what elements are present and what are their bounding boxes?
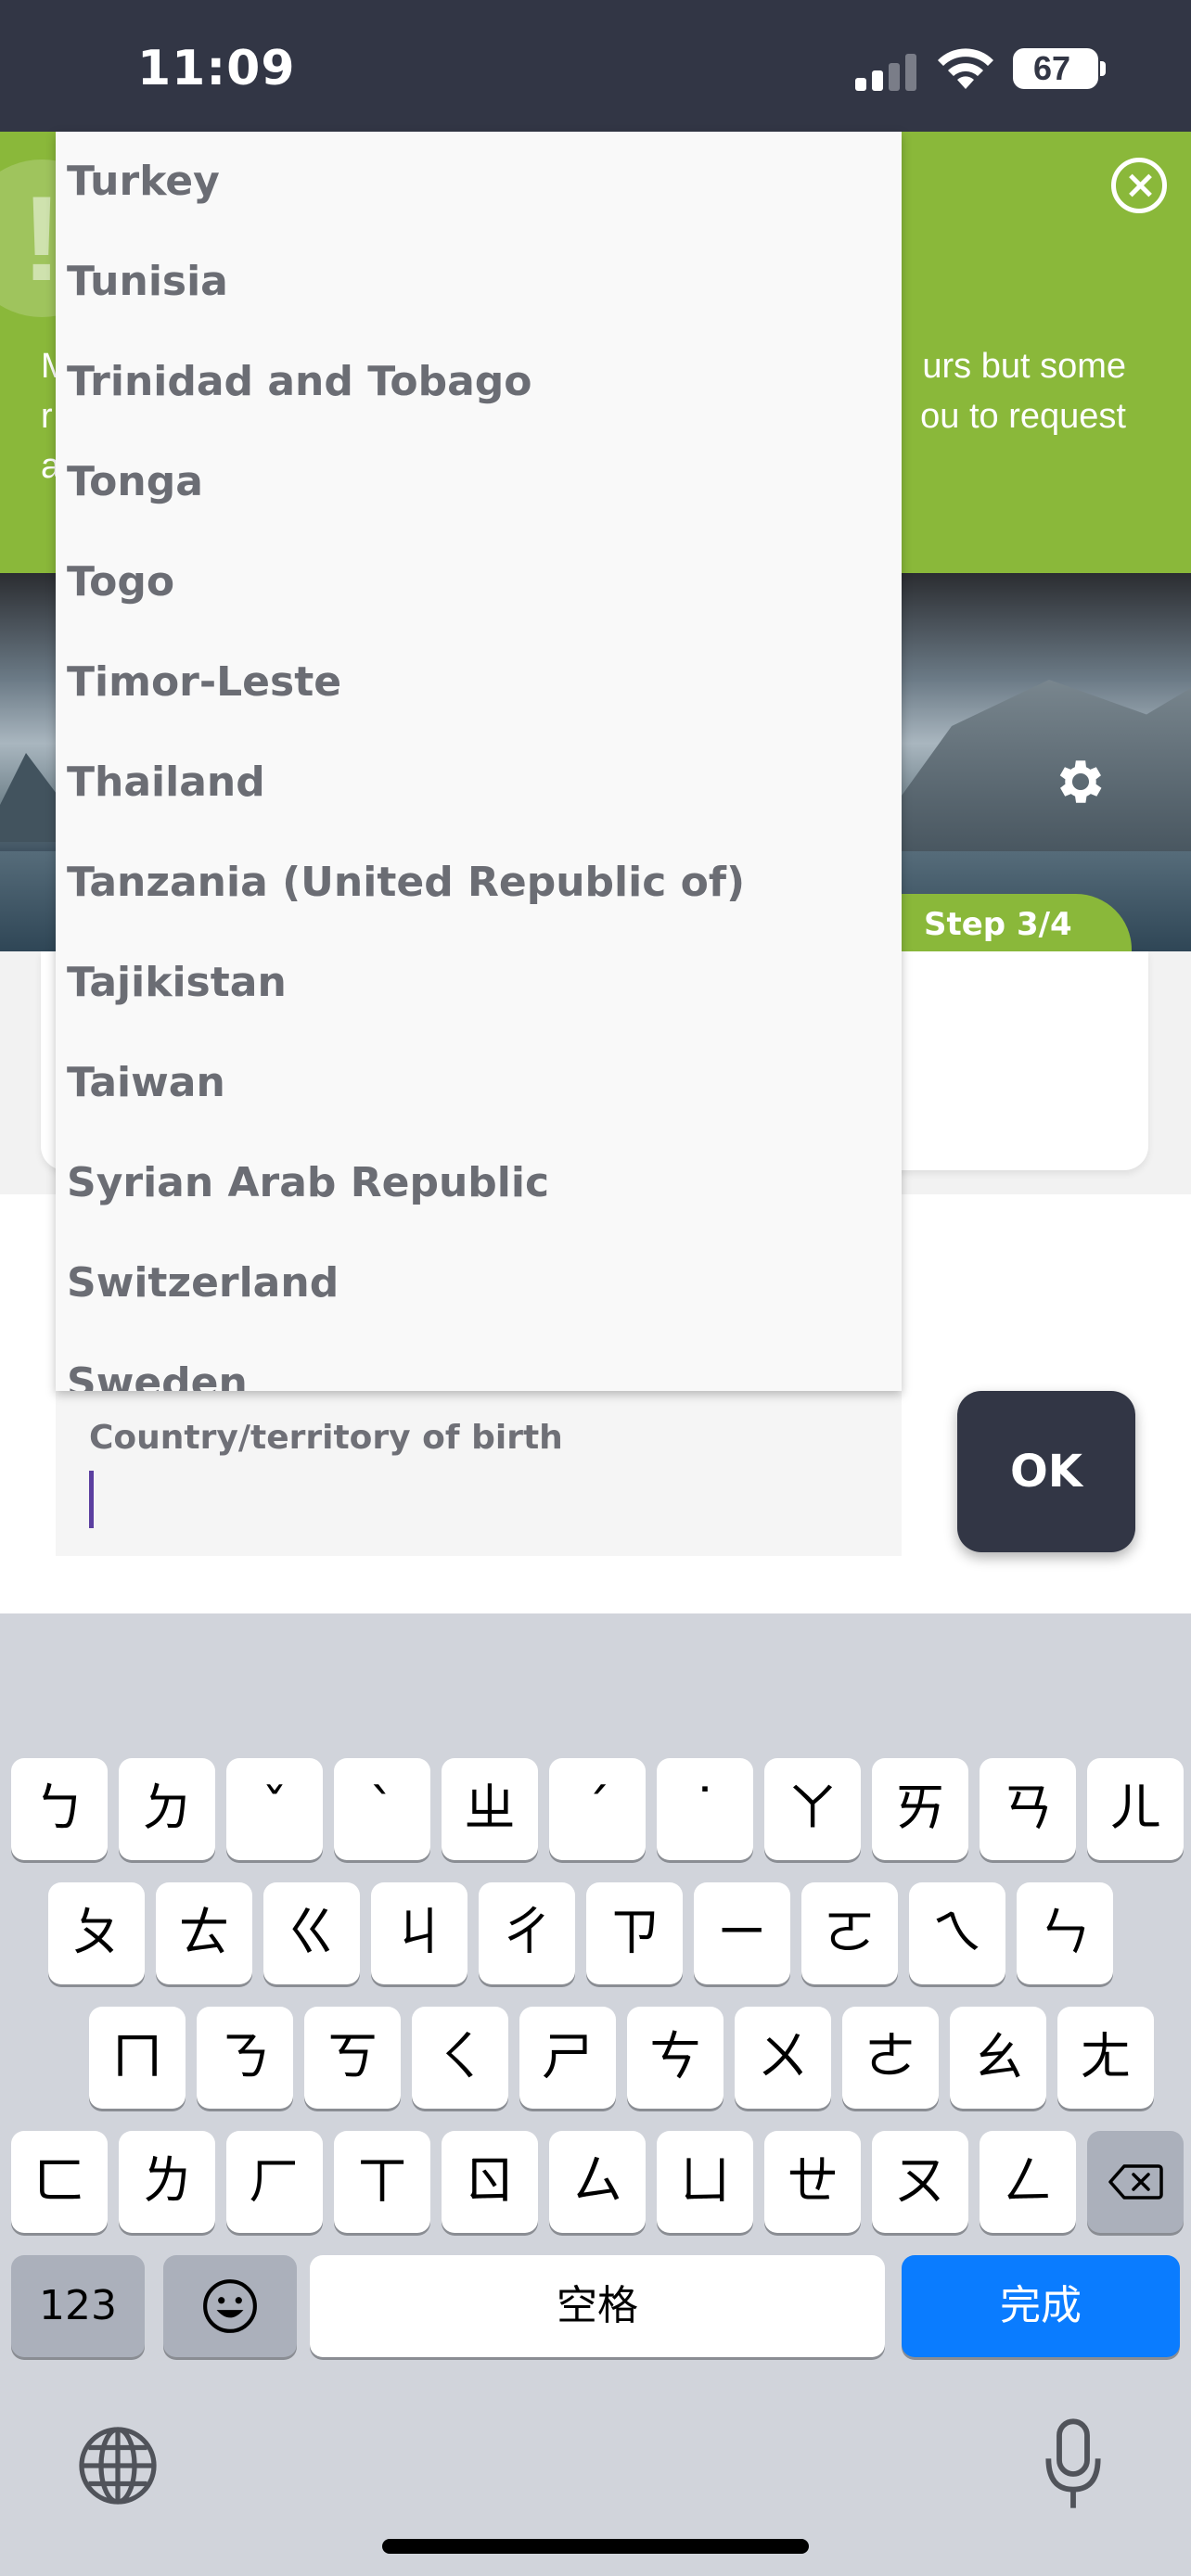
key[interactable]: ㄠ — [950, 2007, 1046, 2109]
key[interactable]: ㄌ — [119, 2131, 215, 2233]
key[interactable]: ㄣ — [1017, 1882, 1113, 1984]
dropdown-option[interactable]: Switzerland — [67, 1233, 883, 1333]
cellular-signal-icon — [855, 52, 920, 91]
key[interactable]: ㄗ — [586, 1882, 683, 1984]
key[interactable]: ㄈ — [11, 2131, 108, 2233]
key[interactable]: ˙ — [657, 1758, 753, 1860]
country-of-birth-field[interactable]: Country/territory of birth — [56, 1391, 902, 1556]
key[interactable]: ㄉ — [119, 1758, 215, 1860]
key[interactable]: ˇ — [226, 1758, 323, 1860]
step-indicator: Step 3/4 — [863, 894, 1132, 951]
gear-icon[interactable] — [1052, 753, 1109, 810]
key[interactable]: ㄑ — [412, 2007, 508, 2109]
dropdown-option[interactable]: Timor-Leste — [67, 632, 883, 733]
key[interactable]: ㄎ — [304, 2007, 401, 2109]
key[interactable]: ˊ — [549, 1758, 646, 1860]
key[interactable]: ㄒ — [334, 2131, 430, 2233]
close-banner-icon[interactable] — [1111, 158, 1167, 213]
microphone-icon[interactable] — [1041, 2418, 1106, 2511]
home-indicator[interactable] — [382, 2539, 809, 2554]
dropdown-option[interactable]: Syrian Arab Republic — [67, 1133, 883, 1233]
dropdown-option[interactable]: Taiwan — [67, 1033, 883, 1133]
key[interactable]: ㄆ — [48, 1882, 145, 1984]
key[interactable]: ㄓ — [442, 1758, 538, 1860]
status-bar: 11:09 67 — [0, 0, 1191, 132]
key[interactable]: ㄐ — [371, 1882, 467, 1984]
key[interactable]: ㄤ — [1057, 2007, 1154, 2109]
ok-button[interactable]: OK — [957, 1391, 1135, 1552]
key[interactable]: ㄝ — [764, 2131, 861, 2233]
dropdown-option[interactable]: Thailand — [67, 733, 883, 833]
key[interactable]: ㄋ — [197, 2007, 293, 2109]
key[interactable]: ㄕ — [519, 2007, 616, 2109]
dropdown-option[interactable]: Tanzania (United Republic of) — [67, 833, 883, 933]
key[interactable]: ㄥ — [980, 2131, 1076, 2233]
text-caret — [89, 1471, 94, 1528]
backspace-icon — [1108, 2164, 1163, 2200]
key[interactable]: ㄚ — [764, 1758, 861, 1860]
battery-tip — [1100, 61, 1106, 76]
country-of-birth-label: Country/territory of birth — [89, 1419, 563, 1457]
dropdown-option[interactable]: Togo — [67, 532, 883, 632]
emoji-icon — [203, 2279, 257, 2333]
key[interactable]: ㄧ — [694, 1882, 790, 1984]
done-key[interactable]: 完成 — [902, 2255, 1180, 2357]
dropdown-option[interactable]: Tajikistan — [67, 933, 883, 1033]
key[interactable]: ˋ — [334, 1758, 430, 1860]
key[interactable]: ㄦ — [1087, 1758, 1184, 1860]
key[interactable]: ㄘ — [627, 2007, 724, 2109]
key[interactable]: ㄊ — [156, 1882, 252, 1984]
space-key[interactable]: 空格 — [310, 2255, 885, 2357]
key[interactable]: ㄨ — [735, 2007, 831, 2109]
key[interactable]: ㄖ — [442, 2131, 538, 2233]
globe-icon[interactable] — [76, 2424, 160, 2507]
dropdown-option[interactable]: Tunisia — [67, 232, 883, 332]
key[interactable]: ㄜ — [842, 2007, 939, 2109]
key[interactable]: ㄇ — [89, 2007, 186, 2109]
emoji-key[interactable] — [163, 2255, 297, 2357]
numbers-key[interactable]: 123 — [11, 2255, 145, 2357]
key[interactable]: ㄟ — [909, 1882, 1005, 1984]
key[interactable]: ㄍ — [263, 1882, 360, 1984]
battery-level: 67 — [1032, 49, 1071, 87]
key[interactable]: ㄏ — [226, 2131, 323, 2233]
key[interactable]: ㄔ — [479, 1882, 575, 1984]
key[interactable]: ㄛ — [801, 1882, 898, 1984]
dropdown-option[interactable]: Trinidad and Tobago — [67, 332, 883, 432]
backspace-key[interactable] — [1087, 2131, 1184, 2233]
dropdown-option[interactable]: Tonga — [67, 432, 883, 532]
key[interactable]: ㄩ — [657, 2131, 753, 2233]
key[interactable]: ㄡ — [872, 2131, 968, 2233]
dropdown-option[interactable]: Turkey — [67, 132, 883, 232]
wifi-icon — [938, 48, 993, 89]
country-dropdown-list[interactable]: Turkey Tunisia Trinidad and Tobago Tonga… — [56, 132, 902, 1391]
dropdown-option[interactable]: Sweden — [67, 1333, 883, 1391]
key[interactable]: ㄙ — [549, 2131, 646, 2233]
key[interactable]: ㄢ — [980, 1758, 1076, 1860]
status-time: 11:09 — [137, 41, 296, 96]
key[interactable]: ㄅ — [11, 1758, 108, 1860]
key[interactable]: ㄞ — [872, 1758, 968, 1860]
